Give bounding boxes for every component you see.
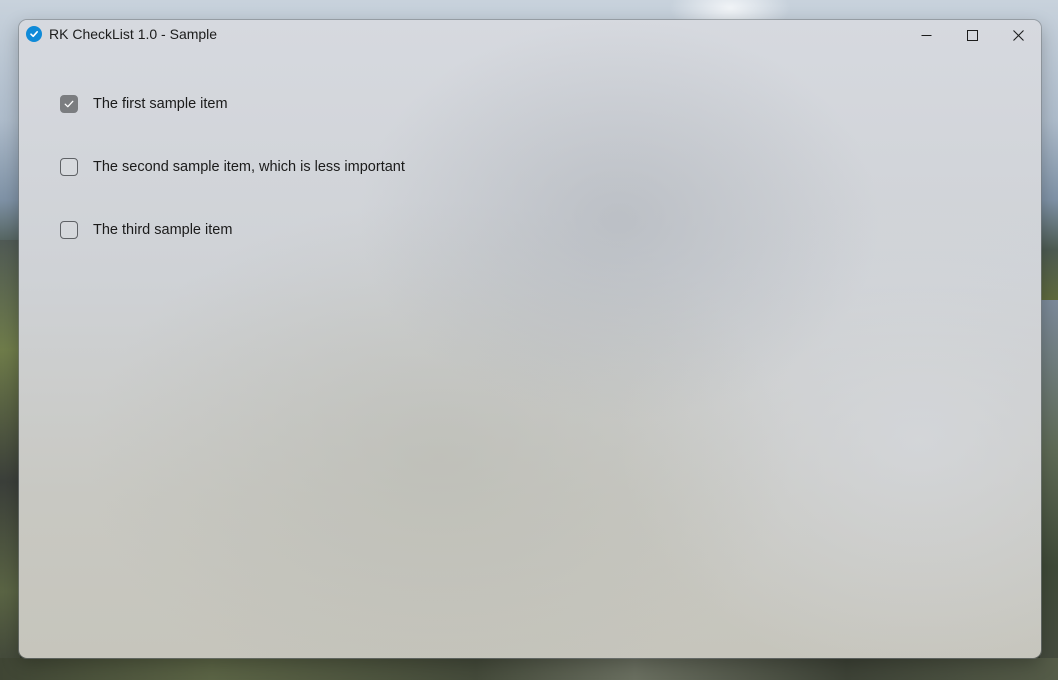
checklist-item-label: The third sample item <box>93 222 233 238</box>
checklist-item-label: The second sample item, which is less im… <box>93 159 405 175</box>
check-circle-icon <box>26 26 42 42</box>
minimize-button[interactable] <box>903 20 949 50</box>
checkbox-unchecked[interactable] <box>60 158 78 176</box>
title-bar[interactable]: RK CheckList 1.0 - Sample <box>19 20 1041 50</box>
wallpaper-foreground <box>0 658 1058 680</box>
maximize-button[interactable] <box>949 20 995 50</box>
minimize-icon <box>921 30 932 41</box>
checkbox-unchecked[interactable] <box>60 221 78 239</box>
window-title: RK CheckList 1.0 - Sample <box>49 26 218 42</box>
wallpaper-mountain-right <box>1040 300 1058 680</box>
wallpaper-mountain-left <box>0 240 20 680</box>
checklist-item[interactable]: The third sample item <box>60 219 232 241</box>
close-icon <box>1012 29 1024 41</box>
checklist: The first sample item The second sample … <box>19 50 1041 658</box>
close-button[interactable] <box>995 20 1041 50</box>
checklist-item[interactable]: The first sample item <box>60 93 228 115</box>
checklist-item[interactable]: The second sample item, which is less im… <box>60 156 405 178</box>
maximize-icon <box>966 29 978 41</box>
checkmark-icon <box>64 100 74 108</box>
checkbox-checked[interactable] <box>60 95 78 113</box>
app-window: RK CheckList 1.0 - Sample The first samp… <box>19 20 1041 658</box>
checklist-item-label: The first sample item <box>93 96 228 112</box>
